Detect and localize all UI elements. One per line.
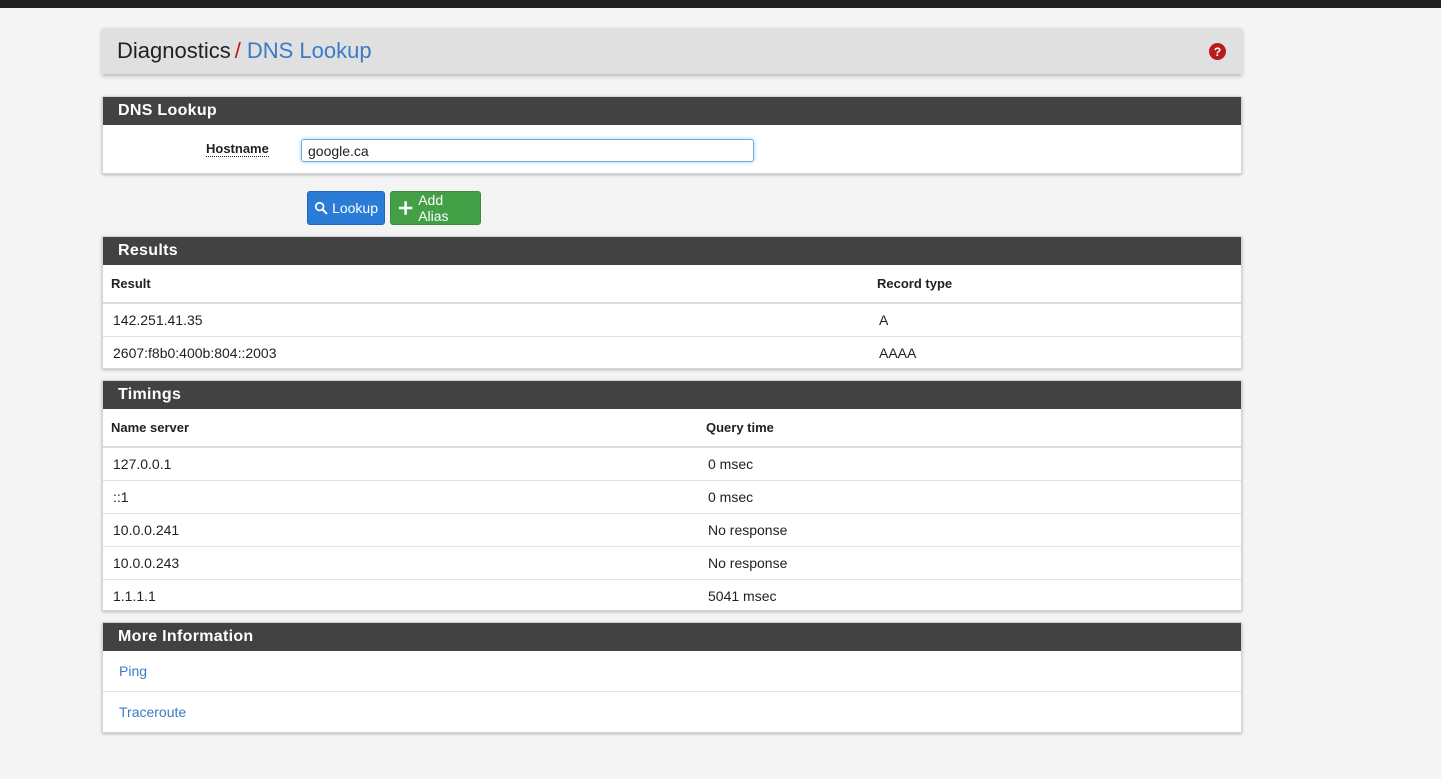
list-item: Ping	[103, 651, 1241, 691]
table-row: 10.0.0.241 No response	[103, 513, 1241, 547]
table-row: 2607:f8b0:400b:804::2003 AAAA	[103, 336, 1241, 369]
table-row: 142.251.41.35 A	[103, 303, 1241, 337]
timings-panel: Timings Name server Query time 127.0.0.1…	[102, 380, 1242, 612]
more-info-panel: More Information Ping Traceroute	[102, 622, 1242, 733]
table-cell: 1.1.1.1	[103, 579, 698, 612]
table-row: ::1 0 msec	[103, 480, 1241, 514]
table-cell: AAAA	[869, 336, 1241, 369]
hostname-row: Hostname	[103, 125, 1241, 173]
search-icon	[314, 201, 328, 215]
ping-link[interactable]: Ping	[119, 663, 147, 679]
hostname-input[interactable]	[301, 139, 754, 162]
table-cell: 10.0.0.241	[103, 513, 698, 547]
table-cell: 5041 msec	[698, 579, 1241, 612]
top-nav-bar	[0, 0, 1441, 8]
add-alias-label: Add Alias	[418, 192, 449, 224]
column-header: Record type	[869, 265, 1241, 304]
table-cell: 127.0.0.1	[113, 456, 172, 472]
lookup-label: Lookup	[332, 200, 378, 216]
breadcrumb-current[interactable]: DNS Lookup	[247, 38, 372, 63]
table-cell: No response	[698, 546, 1241, 580]
panel-title: Timings	[103, 381, 1241, 409]
hostname-label: Hostname	[206, 141, 269, 157]
breadcrumb: Diagnostics / DNS Lookup ?	[102, 28, 1242, 74]
dns-lookup-panel: DNS Lookup Hostname	[102, 96, 1242, 174]
plus-icon	[398, 201, 413, 215]
add-alias-button[interactable]: Add Alias	[390, 191, 481, 225]
column-header: Name server	[103, 409, 698, 448]
table-cell: ::1	[103, 480, 698, 514]
lookup-button[interactable]: Lookup	[307, 191, 385, 225]
timings-table: Name server Query time 127.0.0.1 0 msec …	[103, 409, 1241, 612]
table-cell: No response	[698, 513, 1241, 547]
results-panel: Results Result Record type 142.251.41.35…	[102, 236, 1242, 369]
table-cell: A	[879, 312, 889, 328]
help-icon[interactable]: ?	[1209, 43, 1226, 60]
breadcrumb-root[interactable]: Diagnostics	[117, 38, 231, 63]
table-cell: 0 msec	[698, 480, 1241, 514]
panel-title: Results	[103, 237, 1241, 265]
column-header: Result	[103, 265, 869, 304]
panel-title: More Information	[103, 623, 1241, 651]
traceroute-link[interactable]: Traceroute	[119, 704, 186, 720]
column-header: Query time	[698, 409, 1241, 448]
panel-title: DNS Lookup	[103, 97, 1241, 125]
table-row: 10.0.0.243 No response	[103, 546, 1241, 580]
table-cell: 0 msec	[708, 456, 754, 472]
table-cell: 10.0.0.243	[103, 546, 698, 580]
list-item: Traceroute	[103, 691, 1241, 732]
page-title: Diagnostics / DNS Lookup	[117, 38, 372, 64]
table-cell: 2607:f8b0:400b:804::2003	[103, 336, 869, 369]
table-cell: 142.251.41.35	[113, 312, 203, 328]
breadcrumb-separator: /	[234, 38, 241, 63]
table-row: 127.0.0.1 0 msec	[103, 447, 1241, 481]
results-table: Result Record type 142.251.41.35 A 2607:…	[103, 265, 1241, 369]
table-row: 1.1.1.1 5041 msec	[103, 579, 1241, 612]
